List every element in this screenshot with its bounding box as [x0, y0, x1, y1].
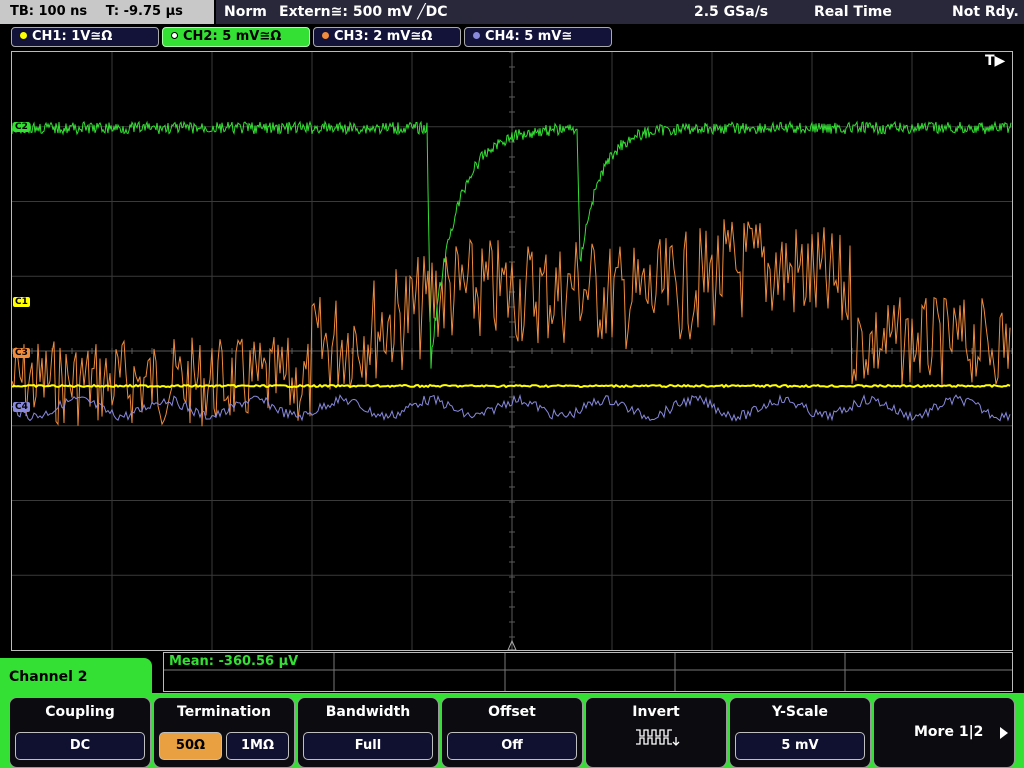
- trigger-state: Not Rdy.: [952, 4, 1019, 20]
- menu-title-tab: Channel 2: [0, 658, 152, 698]
- ch1-color-dot: [20, 32, 27, 39]
- channel-tab-ch1[interactable]: CH1: 1V≅Ω: [11, 27, 159, 47]
- ch2-label: CH2: 5 mV≅Ω: [183, 29, 282, 44]
- waveform-canvas: [12, 52, 1012, 650]
- trigger-position-flag: T▶: [985, 53, 1006, 69]
- termination-50ohm-option[interactable]: 50Ω: [159, 732, 222, 760]
- bandwidth-title: Bandwidth: [325, 704, 411, 720]
- ch3-color-dot: [322, 32, 329, 39]
- y-scale-title: Y-Scale: [771, 704, 828, 720]
- next-page-arrow-icon: [1000, 727, 1008, 739]
- bandwidth-value[interactable]: Full: [303, 732, 433, 760]
- coupling-title: Coupling: [45, 704, 115, 720]
- acquisition-mode[interactable]: Real Time: [814, 0, 892, 24]
- timebase-value: TB: 100 ns: [10, 4, 88, 19]
- termination-1mohm-option[interactable]: 1MΩ: [226, 732, 289, 760]
- ch2-offset-marker[interactable]: C2: [13, 122, 30, 132]
- coupling-softkey[interactable]: Coupling DC: [9, 697, 151, 768]
- offset-value[interactable]: Off: [447, 732, 577, 760]
- ch1-label: CH1: 1V≅Ω: [32, 29, 113, 44]
- channel-tab-ch4[interactable]: CH4: 5 mV≅: [464, 27, 612, 47]
- ch4-waveform: [12, 393, 1011, 422]
- ch1-waveform: [12, 383, 1011, 389]
- invert-title: Invert: [632, 704, 680, 720]
- ch3-label: CH3: 2 mV≅Ω: [334, 29, 433, 44]
- termination-softkey[interactable]: Termination 50Ω 1MΩ: [153, 697, 295, 768]
- trigger-mode[interactable]: Norm: [224, 0, 267, 24]
- more-softkey[interactable]: More 1|2: [873, 697, 1015, 768]
- ch4-label: CH4: 5 mV≅: [485, 29, 573, 44]
- offset-softkey[interactable]: Offset Off: [441, 697, 583, 768]
- trigger-time-value: T: -9.75 µs: [105, 4, 183, 19]
- trigger-source[interactable]: Extern≅: 500 mV ╱DC: [279, 0, 448, 24]
- invert-softkey[interactable]: Invert: [585, 697, 727, 768]
- ch3-waveform: [12, 219, 1011, 427]
- offset-title: Offset: [488, 704, 536, 720]
- mean-measurement: Mean: -360.56 µV: [169, 654, 299, 669]
- ch2-color-dot: [171, 32, 178, 39]
- bandwidth-softkey[interactable]: Bandwidth Full: [297, 697, 439, 768]
- more-label: More 1|2: [914, 724, 984, 740]
- coupling-value[interactable]: DC: [15, 732, 145, 760]
- ch4-offset-marker[interactable]: C4: [13, 402, 30, 412]
- channel-tab-ch2[interactable]: CH2: 5 mV≅Ω: [162, 27, 310, 47]
- ch1-offset-marker[interactable]: C1: [13, 297, 30, 307]
- termination-title: Termination: [177, 704, 271, 720]
- timebase-box[interactable]: TB: 100 ns T: -9.75 µs: [0, 0, 214, 24]
- y-scale-softkey[interactable]: Y-Scale 5 mV: [729, 697, 871, 768]
- divider: [214, 0, 216, 24]
- y-scale-value[interactable]: 5 mV: [735, 732, 865, 760]
- ch3-offset-marker[interactable]: C3: [13, 348, 30, 358]
- invert-waveform-icon: [636, 729, 680, 746]
- ch4-color-dot: [473, 32, 480, 39]
- channel-tab-ch3[interactable]: CH3: 2 mV≅Ω: [313, 27, 461, 47]
- sample-rate[interactable]: 2.5 GSa/s: [694, 0, 768, 24]
- waveform-display[interactable]: [11, 51, 1013, 651]
